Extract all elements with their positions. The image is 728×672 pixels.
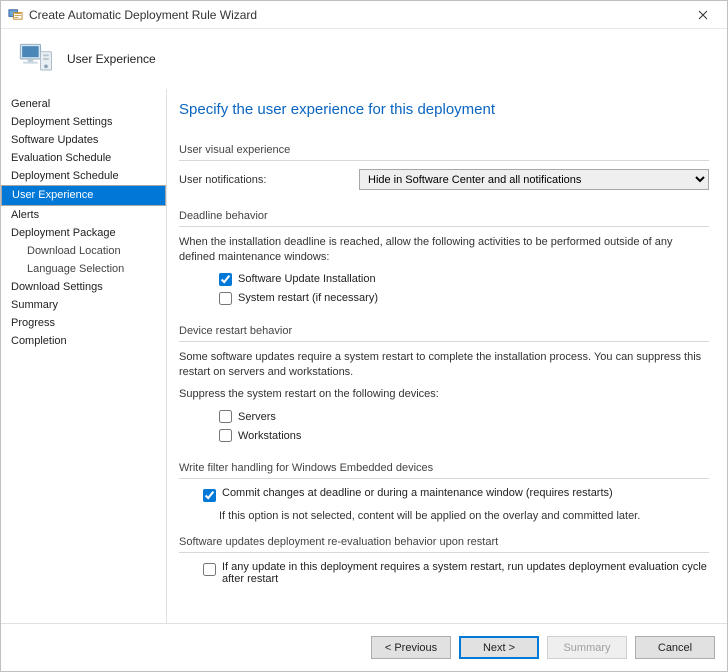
sidebar-item-deployment-schedule[interactable]: Deployment Schedule [1,167,166,185]
summary-button: Summary [547,636,627,659]
group-title-writefilter: Write filter handling for Windows Embedd… [179,462,709,474]
next-button[interactable]: Next > [459,636,539,659]
wizard-body: General Deployment Settings Software Upd… [1,89,727,623]
wizard-sidebar: General Deployment Settings Software Upd… [1,89,167,623]
group-title-deadline: Deadline behavior [179,210,709,222]
sidebar-item-alerts[interactable]: Alerts [1,206,166,224]
window-title: Create Automatic Deployment Rule Wizard [29,8,685,22]
header-title: User Experience [67,52,156,66]
group-title-reeval: Software updates deployment re-evaluatio… [179,536,709,548]
checkbox-servers[interactable]: Servers [219,410,709,423]
group-device-restart: Device restart behavior Some software up… [179,325,709,449]
group-deadline-behavior: Deadline behavior When the installation … [179,210,709,311]
sidebar-item-summary[interactable]: Summary [1,296,166,314]
sidebar-item-deployment-settings[interactable]: Deployment Settings [1,113,166,131]
deadline-desc: When the installation deadline is reache… [179,235,709,265]
user-notifications-label: User notifications: [179,174,359,186]
sidebar-item-deployment-package[interactable]: Deployment Package [1,224,166,242]
divider [179,160,709,161]
wizard-header: User Experience [1,29,727,89]
wizard-footer: < Previous Next > Summary Cancel [1,623,727,671]
divider [179,552,709,553]
checkbox-label-commit: Commit changes at deadline or during a m… [222,487,613,499]
divider [179,226,709,227]
checkbox-input-commit[interactable] [203,489,216,502]
devrestart-desc: Some software updates require a system r… [179,350,709,380]
checkbox-label-reeval: If any update in this deployment require… [222,561,709,585]
checkbox-input-sui[interactable] [219,273,232,286]
writefilter-note: If this option is not selected, content … [219,510,709,522]
checkbox-label-sysrestart: System restart (if necessary) [238,292,378,304]
checkbox-label-servers: Servers [238,411,276,423]
checkbox-software-update-installation[interactable]: Software Update Installation [219,273,709,286]
checkbox-workstations[interactable]: Workstations [219,429,709,442]
checkbox-label-workstations: Workstations [238,430,301,442]
app-icon [7,7,23,23]
sidebar-item-download-location[interactable]: Download Location [1,242,166,260]
sidebar-item-general[interactable]: General [1,95,166,113]
group-reevaluation: Software updates deployment re-evaluatio… [179,536,709,585]
group-title-uve: User visual experience [179,144,709,156]
checkbox-input-servers[interactable] [219,410,232,423]
checkbox-input-workstations[interactable] [219,429,232,442]
close-button[interactable] [685,1,721,28]
cancel-button[interactable]: Cancel [635,636,715,659]
header-computer-icon [13,37,57,81]
group-title-devrestart: Device restart behavior [179,325,709,337]
sidebar-item-user-experience[interactable]: User Experience [1,185,166,206]
suppress-label: Suppress the system restart on the follo… [179,387,709,402]
divider [179,341,709,342]
sidebar-item-language-selection[interactable]: Language Selection [1,260,166,278]
titlebar: Create Automatic Deployment Rule Wizard [1,1,727,29]
group-write-filter: Write filter handling for Windows Embedd… [179,462,709,522]
page-title: Specify the user experience for this dep… [179,101,709,118]
checkbox-input-reeval[interactable] [203,563,216,576]
sidebar-item-download-settings[interactable]: Download Settings [1,278,166,296]
group-user-visual-experience: User visual experience User notification… [179,144,709,196]
checkbox-system-restart[interactable]: System restart (if necessary) [219,292,709,305]
sidebar-item-software-updates[interactable]: Software Updates [1,131,166,149]
wizard-main: Specify the user experience for this dep… [167,89,727,623]
checkbox-label-sui: Software Update Installation [238,273,376,285]
previous-button[interactable]: < Previous [371,636,451,659]
divider [179,478,709,479]
user-notifications-select[interactable]: Hide in Software Center and all notifica… [359,169,709,190]
sidebar-item-completion[interactable]: Completion [1,332,166,350]
wizard-window: Create Automatic Deployment Rule Wizard … [0,0,728,672]
sidebar-item-evaluation-schedule[interactable]: Evaluation Schedule [1,149,166,167]
checkbox-input-sysrestart[interactable] [219,292,232,305]
sidebar-item-progress[interactable]: Progress [1,314,166,332]
